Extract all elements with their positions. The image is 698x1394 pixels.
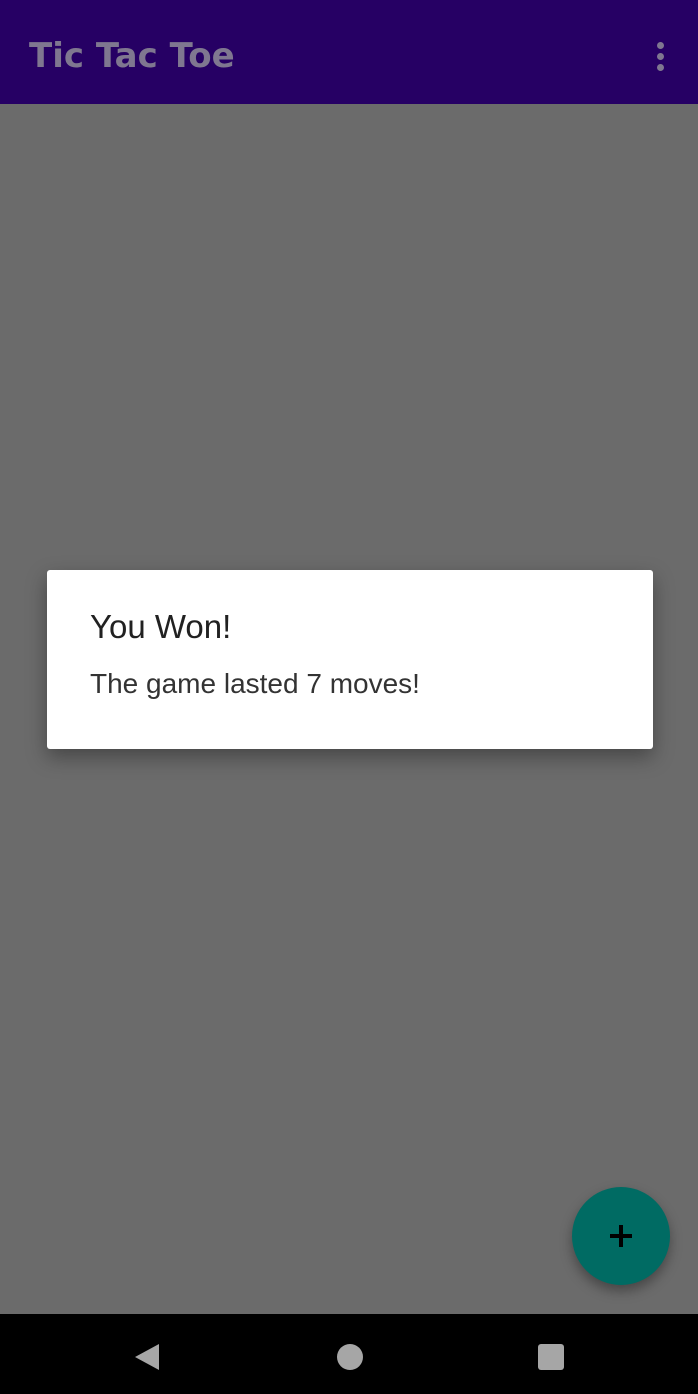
back-triangle-icon[interactable] <box>133 1343 161 1371</box>
home-circle-icon[interactable] <box>337 1344 363 1370</box>
plus-icon <box>610 1225 632 1247</box>
more-vert-icon-dot <box>656 63 664 71</box>
dialog-message: The game lasted 7 moves! <box>90 668 420 699</box>
new-game-fab[interactable] <box>572 1187 670 1285</box>
result-dialog: You Won! The game lasted 7 moves! <box>47 570 653 749</box>
app-screen: Tic Tac Toe You Won! The game lasted 7 m… <box>0 0 698 1394</box>
dialog-title: You Won! <box>90 608 232 645</box>
recents-square-icon[interactable] <box>538 1344 564 1370</box>
top-app-bar: Tic Tac Toe <box>0 0 698 104</box>
more-options-button[interactable] <box>640 34 680 78</box>
more-vert-icon-dot <box>656 41 664 49</box>
more-vert-icon-dot <box>656 52 664 60</box>
app-title: Tic Tac Toe <box>29 36 235 76</box>
